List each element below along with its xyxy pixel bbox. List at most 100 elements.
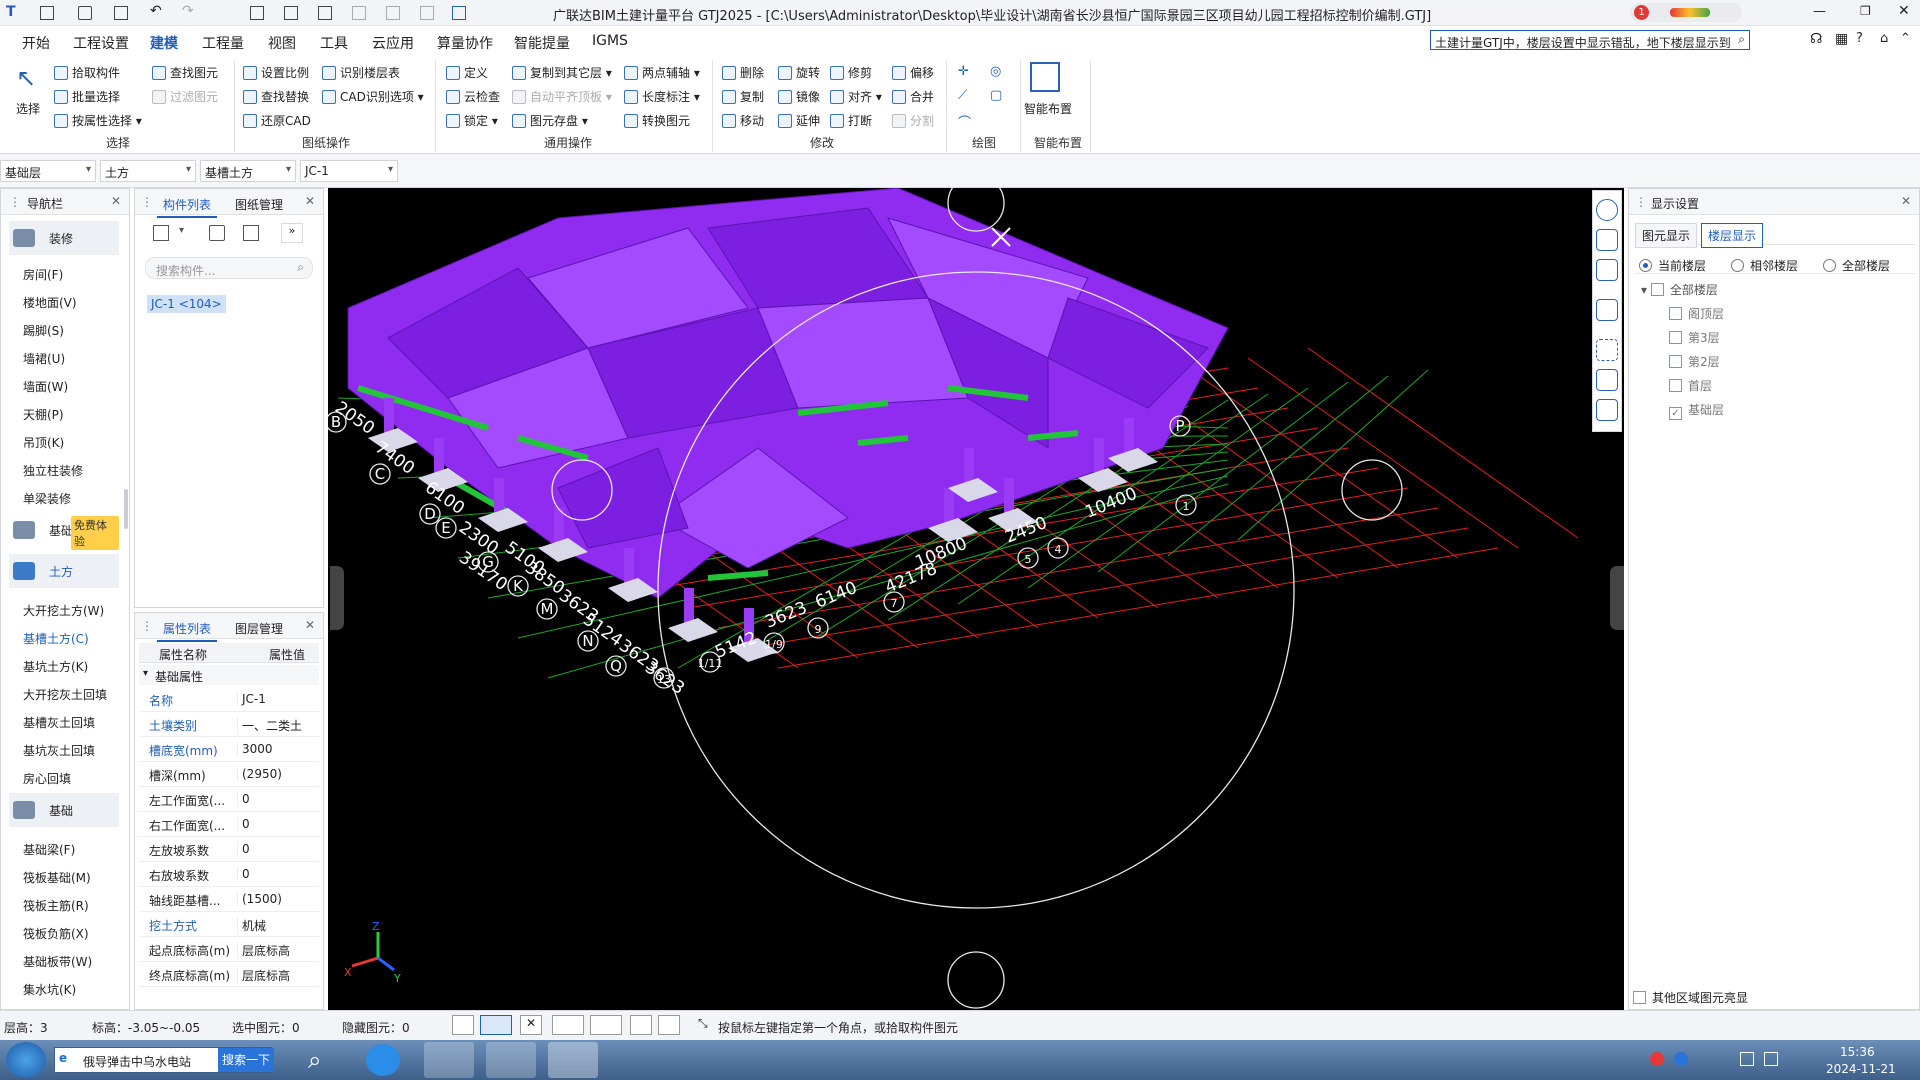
drag-handle-icon[interactable]: ⋮: [141, 619, 153, 633]
copy-component-icon[interactable]: [209, 225, 225, 241]
help-search-input[interactable]: 土建计量GTJ中，楼层设置中显示错乱，地下楼层显示到 ⌕: [1430, 30, 1750, 50]
taskbar-search-button[interactable]: 搜索一下: [218, 1048, 274, 1072]
taskbar-cad-icon[interactable]: [486, 1042, 536, 1078]
component-select[interactable]: JC-1: [300, 160, 398, 182]
new-dropdown-icon[interactable]: ▾: [179, 225, 184, 236]
viewport-collapse-right[interactable]: [1610, 566, 1624, 630]
property-value[interactable]: 0: [237, 817, 250, 831]
box-view-icon[interactable]: [1596, 299, 1618, 321]
nav-section-foundation[interactable]: 基础: [9, 793, 119, 827]
panel-close-icon[interactable]: ✕: [305, 618, 315, 632]
nav-item-suspended-ceiling[interactable]: 吊顶(K): [23, 434, 64, 451]
property-row[interactable]: 挖土方式 机械: [139, 912, 319, 937]
drag-handle-icon[interactable]: ⋮: [1635, 195, 1647, 209]
menu-collab[interactable]: 算量协作: [437, 33, 493, 53]
grid-icon[interactable]: [318, 6, 332, 20]
component-search-input[interactable]: 搜索构件... ⌕: [145, 257, 313, 279]
3d-view-icon[interactable]: [1596, 259, 1618, 281]
find-element-button[interactable]: 查找图元: [152, 64, 218, 81]
tab-floor-display[interactable]: 楼层显示: [1701, 223, 1764, 248]
drag-handle-icon[interactable]: ⋮: [9, 195, 21, 209]
point-tool-icon[interactable]: ✛: [958, 64, 969, 79]
nav-item-open-backfill[interactable]: 大开挖灰土回填: [23, 686, 107, 703]
nav-item-raft-neg-rebar[interactable]: 筏板负筋(X): [23, 925, 89, 942]
panel-close-icon[interactable]: ✕: [1901, 194, 1911, 208]
line-tool-icon[interactable]: ⟋: [958, 88, 967, 103]
redo-icon[interactable]: ↷: [182, 3, 194, 19]
nav-item-raft[interactable]: 筏板基础(M): [23, 869, 91, 886]
nav-item-dado[interactable]: 墙裙(U): [23, 350, 65, 367]
property-value[interactable]: 0: [237, 867, 250, 881]
save-element-button[interactable]: 图元存盘 ▾: [512, 112, 588, 129]
arc-tool-icon[interactable]: ⌒: [958, 112, 971, 131]
offset-button[interactable]: 偏移: [892, 64, 934, 81]
convert-button[interactable]: 转换图元: [624, 112, 690, 129]
rotate-button[interactable]: 旋转: [778, 64, 820, 81]
menu-start[interactable]: 开始: [22, 33, 50, 53]
menu-project-settings[interactable]: 工程设置: [73, 33, 129, 53]
undo-icon[interactable]: ↶: [150, 3, 162, 19]
snap-icon[interactable]: [590, 1015, 622, 1035]
property-row[interactable]: 槽深(mm) (2950): [139, 762, 319, 787]
nav-item-foundation-beam[interactable]: 基础梁(F): [23, 841, 75, 858]
help-icon[interactable]: ?: [1856, 31, 1863, 46]
nav-item-foundation-strip[interactable]: 基础板带(W): [23, 953, 92, 970]
nav-item-beam-finish[interactable]: 单梁装修: [23, 490, 71, 507]
rect-select-icon[interactable]: [480, 1015, 512, 1035]
restore-icon[interactable]: ❐: [1860, 4, 1871, 18]
menu-quantity[interactable]: 工程量: [202, 33, 244, 53]
tree-root-row[interactable]: ▾ 全部楼层: [1641, 281, 1718, 298]
minimize-icon[interactable]: —: [1813, 4, 1826, 19]
checkbox-checked-icon[interactable]: ✓: [1669, 407, 1682, 420]
find-replace-button[interactable]: 查找替换: [243, 88, 309, 105]
smart-layout-button[interactable]: 智能布置: [1024, 100, 1072, 117]
nav-close-icon[interactable]: ✕: [111, 194, 121, 208]
drag-handle-icon[interactable]: ⋮: [141, 195, 153, 209]
nav-item-skirting[interactable]: 踢脚(S): [23, 322, 64, 339]
report-icon[interactable]: [284, 6, 298, 20]
display-settings-icon[interactable]: [1596, 399, 1618, 421]
property-value[interactable]: 一、二类土: [237, 717, 302, 734]
property-value[interactable]: 3000: [237, 742, 273, 756]
nav-section-earthwork[interactable]: 土方: [9, 554, 119, 588]
measure-icon[interactable]: [420, 6, 434, 20]
dimension-button[interactable]: 长度标注 ▾: [624, 88, 700, 105]
lock-button[interactable]: 锁定 ▾: [446, 112, 498, 129]
select-arrow-icon[interactable]: ↖: [16, 64, 36, 92]
tab-component-list[interactable]: 构件列表: [157, 193, 218, 218]
nav-item-trench-backfill[interactable]: 基槽灰土回填: [23, 714, 95, 731]
property-row[interactable]: 终点底标高(m) 层底标高: [139, 962, 319, 987]
calc-icon[interactable]: [250, 6, 264, 20]
nav-item-trench[interactable]: 基槽土方(C): [23, 630, 89, 647]
break-button[interactable]: 打断: [830, 112, 872, 129]
property-value[interactable]: 层底标高: [237, 967, 290, 984]
property-row[interactable]: 右工作面宽(... 0: [139, 812, 319, 837]
floor-tree-item[interactable]: 首层: [1669, 377, 1712, 394]
tree-expand-icon[interactable]: ▾: [1641, 283, 1651, 297]
save-file-icon[interactable]: [114, 6, 128, 20]
subtype-select[interactable]: 基槽土方: [200, 160, 296, 182]
component-item-jc1[interactable]: JC-1 <104>: [147, 295, 226, 313]
menu-cloud[interactable]: 云应用: [372, 33, 414, 53]
2d-view-icon[interactable]: [1596, 229, 1618, 251]
nav-item-room-backfill[interactable]: 房心回填: [23, 770, 71, 787]
notification-pill[interactable]: 1: [1630, 3, 1742, 22]
tab-layer-manage[interactable]: 图层管理: [229, 617, 289, 640]
tray-network-icon[interactable]: [1740, 1052, 1754, 1066]
more-icon[interactable]: »: [281, 223, 303, 243]
floor-table-button[interactable]: 识别楼层表: [322, 64, 400, 81]
checkbox-icon[interactable]: [1669, 355, 1682, 368]
nav-item-sump[interactable]: 集水坑(K): [23, 981, 76, 998]
nav-item-pit[interactable]: 基坑土方(K): [23, 658, 88, 675]
property-value[interactable]: (1500): [237, 892, 282, 906]
nav-section-decoration[interactable]: 装修: [9, 221, 119, 255]
extend-button[interactable]: 延伸: [778, 112, 820, 129]
property-row[interactable]: 槽底宽(mm) 3000: [139, 737, 319, 762]
property-row[interactable]: 左放坡系数 0: [139, 837, 319, 862]
property-row[interactable]: 轴线距基槽... (1500): [139, 887, 319, 912]
cloud-check-button[interactable]: 云检查: [446, 88, 500, 105]
headset-icon[interactable]: ☊: [1810, 31, 1822, 47]
ortho-icon[interactable]: [452, 1015, 474, 1035]
property-row[interactable]: 左工作面宽(... 0: [139, 787, 319, 812]
circle-tool-icon[interactable]: ◎: [990, 64, 1001, 79]
